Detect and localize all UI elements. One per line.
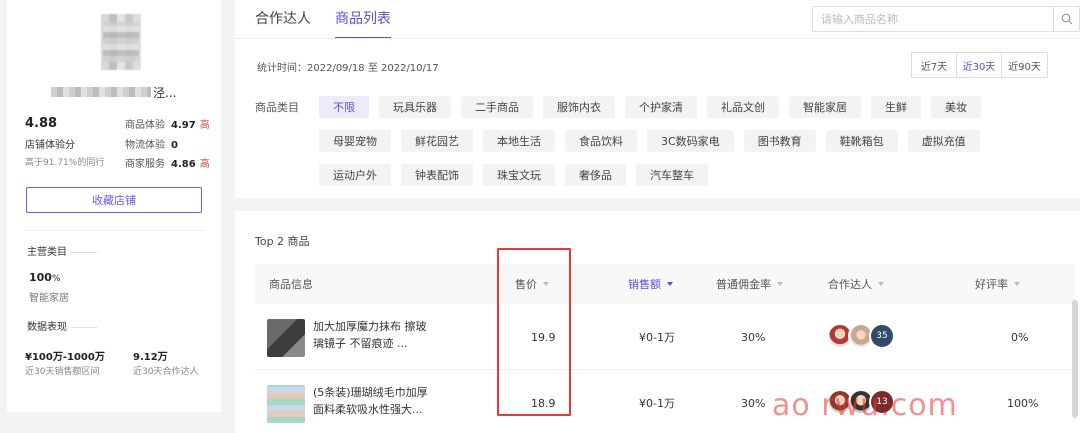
product-name[interactable]: 加大加厚魔力抹布 擦玻璃镜子 不留痕迹 ... (313, 318, 431, 352)
category-chip[interactable]: 服饰内衣 (543, 96, 615, 118)
store-name: 泾... (51, 84, 181, 100)
product-sales: ¥0-1万 (639, 397, 675, 410)
sort-caret-icon (667, 282, 673, 286)
category-chip[interactable]: 智能家居 (789, 96, 861, 118)
product-search (812, 6, 1080, 32)
influencer-count-badge: 35 (869, 323, 895, 349)
favorite-store-button[interactable]: 收藏店铺 (26, 187, 202, 213)
category-chip[interactable]: 虚拟充值 (907, 130, 980, 152)
category-chip[interactable]: 不限 (319, 96, 369, 118)
product-thumbnail[interactable] (267, 385, 305, 423)
tab-product-list[interactable]: 商品列表 (335, 8, 391, 39)
category-chip[interactable]: 生鲜 (871, 96, 921, 118)
category-chips: 不限 玩具乐器 二手商品 服饰内衣 个护家清 礼品文创 智能家居 生鲜 美妆母婴宠物 鲜花园艺 本地… (319, 96, 1059, 186)
category-chip[interactable]: 食品饮料 (565, 130, 637, 152)
category-chip[interactable]: 汽车整车 (636, 164, 708, 186)
highlight-box (497, 248, 571, 416)
sort-caret-icon (878, 282, 884, 286)
category-chip[interactable]: 3C数码家电 (647, 130, 734, 152)
product-name[interactable]: (5条装)珊瑚绒毛巾加厚面料柔软吸水性强大... (313, 384, 431, 418)
main-category-percent: 100% (29, 271, 61, 284)
tab-divider (235, 38, 1080, 39)
category-chip[interactable]: 珠宝文玩 (483, 164, 555, 186)
category-chip[interactable]: 礼品文创 (707, 96, 779, 118)
store-name-blurred (51, 87, 151, 97)
category-chip[interactable]: 母婴宠物 (319, 130, 391, 152)
col-influencers[interactable]: 合作达人 (828, 264, 884, 304)
col-product-info: 商品信息 (269, 278, 313, 291)
data-performance-title: 数据表现 (27, 318, 97, 333)
metric-product: 商品体验 4.97 高 (125, 120, 210, 131)
store-score: 4.88 (25, 116, 58, 131)
store-name-suffix: 泾... (153, 85, 177, 100)
range-30d[interactable]: 近30天 (957, 53, 1002, 77)
category-chip[interactable]: 个护家清 (625, 96, 697, 118)
filter-panel: 合作达人 商品列表 统计时间：2022/09/18 至 2022/10/17 近… (235, 0, 1080, 198)
col-sales[interactable]: 销售额 (628, 264, 673, 304)
product-commission: 30% (741, 396, 766, 410)
metric-service: 商家服务 4.86 高 (125, 159, 210, 170)
scrollbar[interactable] (1072, 300, 1078, 418)
category-chip[interactable]: 玩具乐器 (379, 96, 451, 118)
range-90d[interactable]: 近90天 (1002, 53, 1047, 77)
category-chip[interactable]: 二手商品 (461, 96, 533, 118)
store-experience-label: 店铺体验分 (25, 140, 75, 151)
store-avatar (93, 14, 149, 70)
tab-influencers[interactable]: 合作达人 (255, 8, 311, 39)
watermark: ao rwu.com (772, 388, 958, 423)
table-header: 商品信息 售价 销售额 普通佣金率 合作达人 好评率 (255, 264, 1075, 304)
store-percentile-note: 高于91.71%的同行 (25, 158, 105, 168)
product-commission: 30% (741, 330, 766, 344)
date-range-toggle: 近7天 近30天 近90天 (911, 52, 1048, 78)
category-chip[interactable]: 本地生活 (483, 130, 555, 152)
col-commission[interactable]: 普通佣金率 (716, 264, 783, 304)
sales-range-value: ¥100万-1000万 (25, 352, 105, 363)
metric-logistics: 物流体验 0 (125, 140, 178, 151)
search-input[interactable] (813, 7, 1053, 31)
table-row[interactable]: 加大加厚魔力抹布 擦玻璃镜子 不留痕迹 ... 19.9 ¥0-1万 30% 3… (255, 304, 1075, 370)
category-chip[interactable]: 图书教育 (743, 130, 816, 152)
store-card: 泾... 4.88 店铺体验分 高于91.71%的同行 商品体验 4.97 高 物流… (7, 0, 221, 412)
influencers-value: 9.12万 (133, 352, 168, 363)
search-button[interactable] (1053, 7, 1079, 31)
product-sales: ¥0-1万 (639, 331, 675, 344)
main-category-name: 智能家居 (29, 293, 69, 304)
influencers-label: 近30天合作达人 (133, 367, 199, 377)
tabs: 合作达人 商品列表 (255, 8, 391, 39)
category-chip[interactable]: 美妆 (931, 96, 981, 118)
sort-caret-icon (777, 282, 783, 286)
search-icon (1061, 13, 1072, 25)
main-category-title: 主营类目 (27, 243, 97, 258)
sales-range-label: 近30天销售额区间 (25, 367, 100, 377)
col-rating[interactable]: 好评率 (975, 264, 1020, 304)
category-chip[interactable]: 鞋靴箱包 (825, 130, 898, 152)
stat-time: 统计时间：2022/09/18 至 2022/10/17 (257, 63, 439, 74)
category-label: 商品类目 (255, 101, 299, 114)
sort-caret-icon (1014, 282, 1020, 286)
category-chip[interactable]: 运动户外 (319, 164, 391, 186)
influencer-avatars[interactable]: 35 (827, 323, 895, 349)
top-products-title: Top 2 商品 (255, 235, 310, 248)
product-rating: 100% (1007, 396, 1039, 410)
product-rating: 0% (1011, 330, 1029, 344)
category-chip[interactable]: 奢侈品 (565, 164, 626, 186)
range-7d[interactable]: 近7天 (912, 53, 957, 77)
category-chip[interactable]: 钟表配饰 (401, 164, 473, 186)
category-chip[interactable]: 鲜花园艺 (401, 130, 473, 152)
divider (25, 230, 205, 231)
product-thumbnail[interactable] (267, 319, 305, 357)
